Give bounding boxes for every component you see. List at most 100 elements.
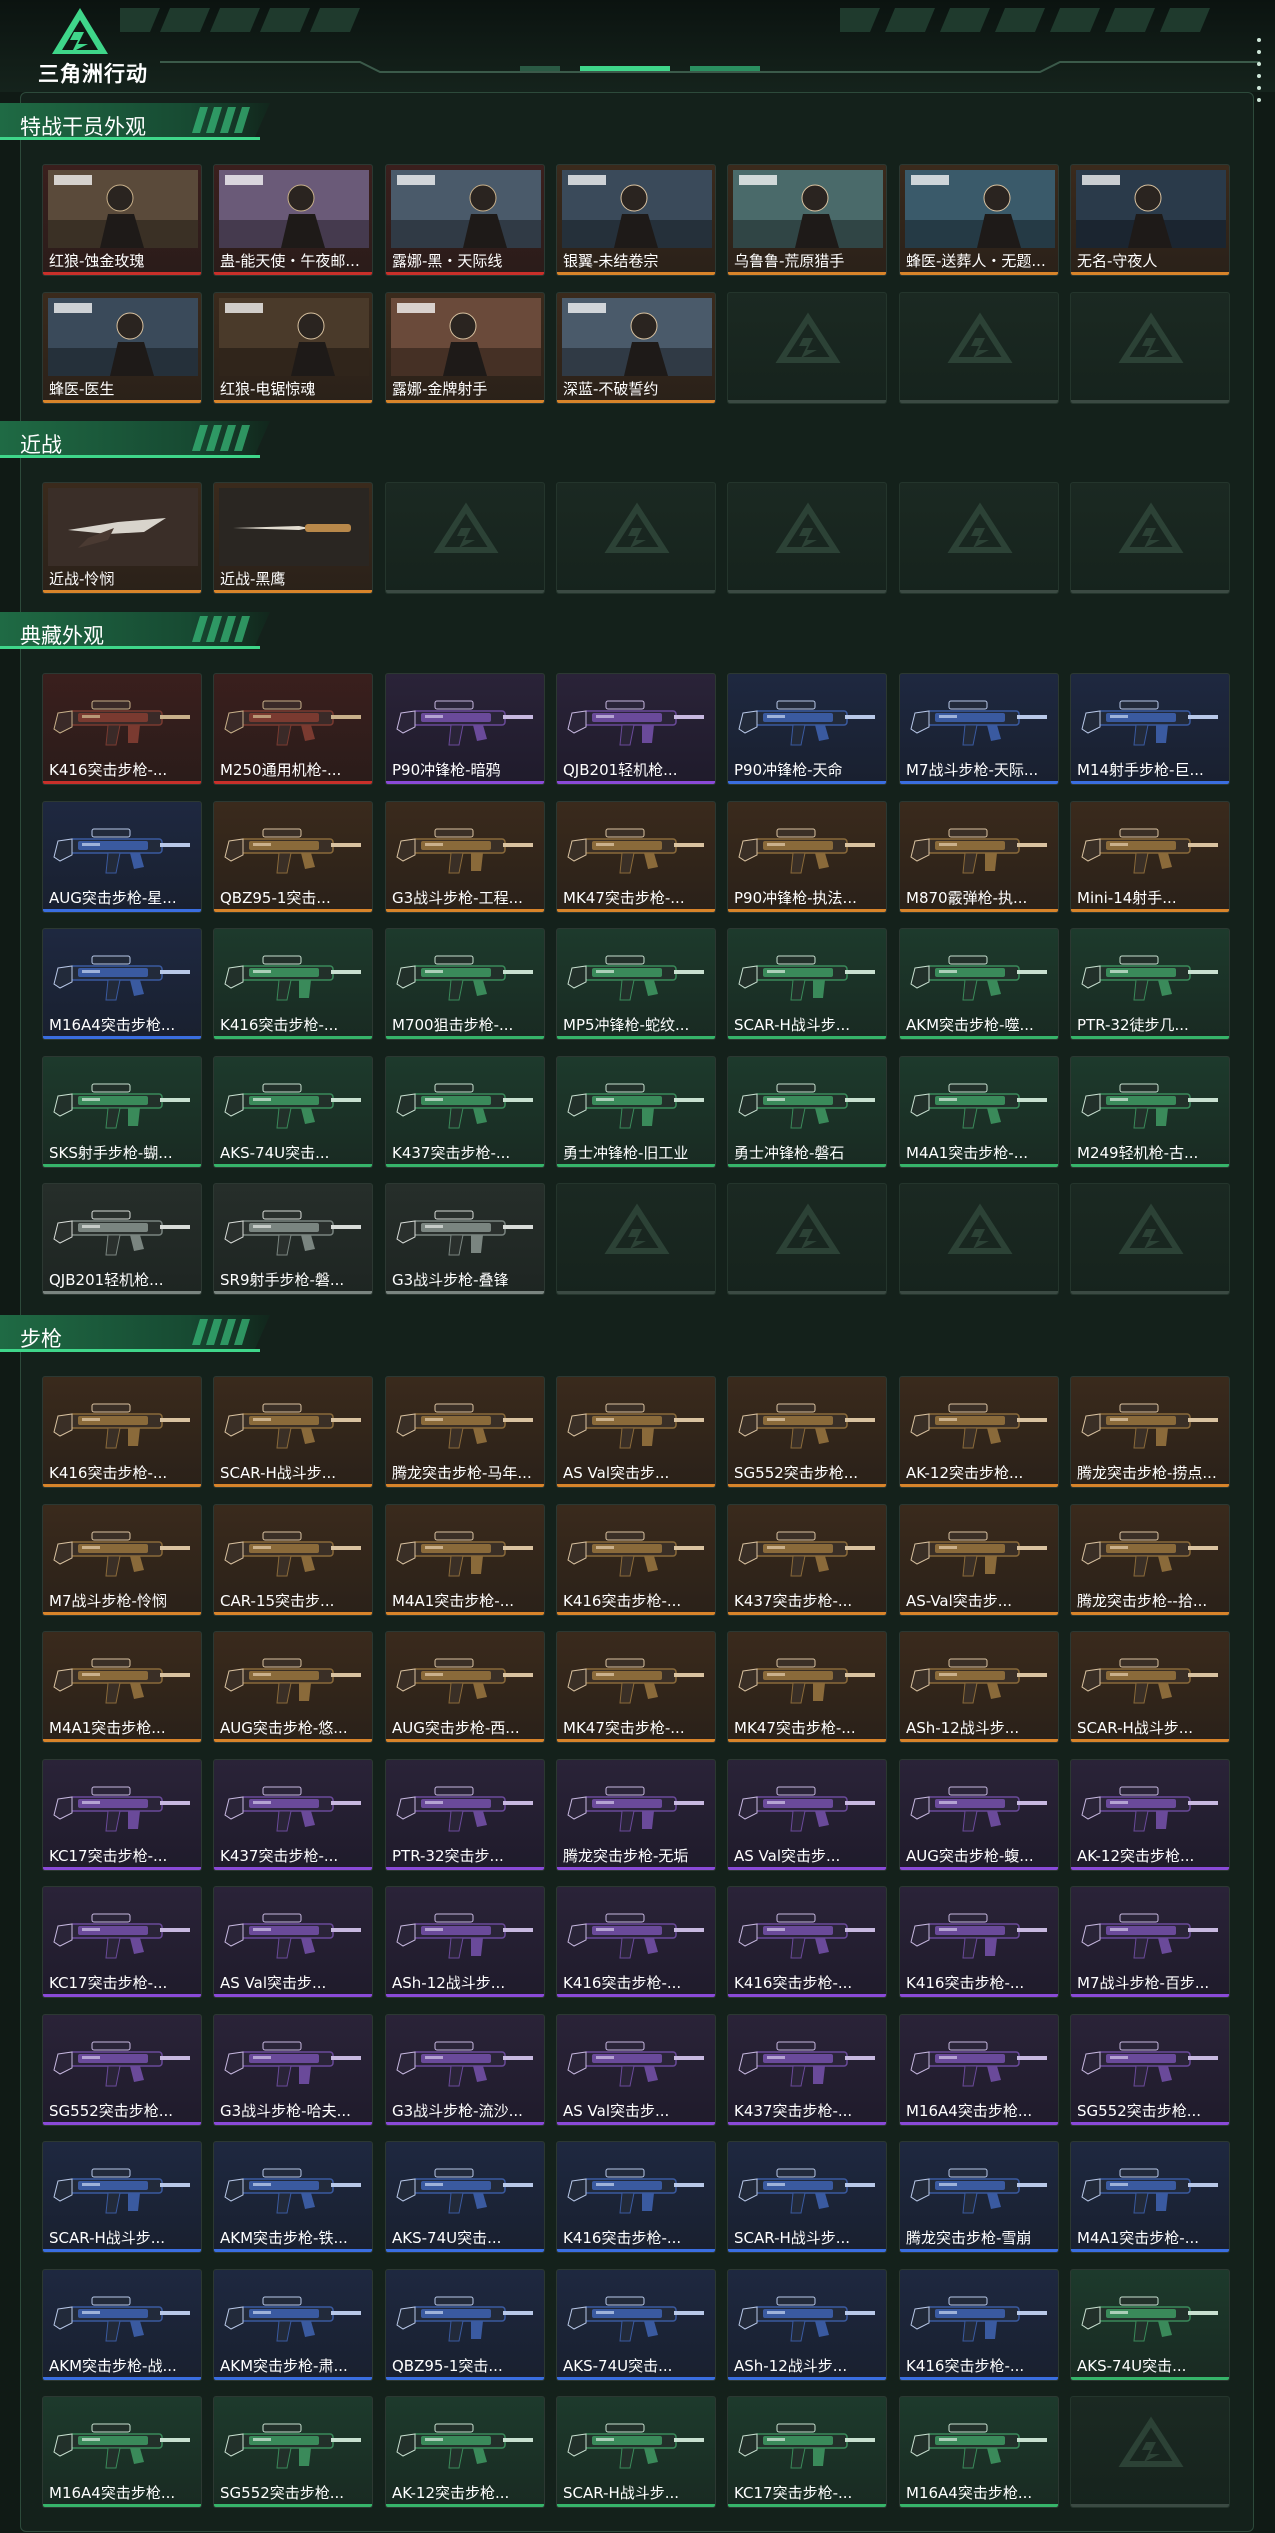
item-card[interactable]: AKM突击步枪-铁... <box>213 2141 373 2253</box>
item-card[interactable]: 近战-黑鹰 <box>213 482 373 594</box>
item-card[interactable]: K416突击步枪-... <box>899 2269 1059 2381</box>
item-card[interactable]: KC17突击步枪-... <box>42 1886 202 1998</box>
item-card[interactable]: AKS-74U突击... <box>1070 2269 1230 2381</box>
item-card[interactable]: AK-12突击步枪... <box>1070 1759 1230 1871</box>
item-card[interactable]: PTR-32徒步几... <box>1070 928 1230 1040</box>
item-card[interactable]: P90冲锋枪-暗鸦 <box>385 673 545 785</box>
item-card[interactable]: M16A4突击步枪... <box>42 2396 202 2508</box>
item-card[interactable]: 腾龙突击步枪-马年... <box>385 1376 545 1488</box>
item-card[interactable]: K416突击步枪-... <box>899 1886 1059 1998</box>
item-card[interactable]: M7战斗步枪-天际... <box>899 673 1059 785</box>
item-card[interactable]: SG552突击步枪... <box>1070 2014 1230 2126</box>
item-card[interactable]: QBZ95-1突击... <box>213 801 373 913</box>
item-card[interactable]: G3战斗步枪-哈夫... <box>213 2014 373 2126</box>
item-card[interactable]: K437突击步枪-... <box>385 1056 545 1168</box>
item-card[interactable]: P90冲锋枪-天命 <box>727 673 887 785</box>
item-card[interactable]: SG552突击步枪... <box>727 1376 887 1488</box>
item-card[interactable]: M4A1突击步枪-... <box>899 1056 1059 1168</box>
item-card[interactable]: K437突击步枪-... <box>727 2014 887 2126</box>
item-card[interactable]: AKM突击步枪-噬... <box>899 928 1059 1040</box>
item-card[interactable]: K437突击步枪-... <box>727 1504 887 1616</box>
item-card[interactable]: K416突击步枪-... <box>556 1886 716 1998</box>
item-card[interactable]: 露娜-金牌射手 <box>385 292 545 404</box>
item-card[interactable]: ASh-12战斗步... <box>899 1631 1059 1743</box>
item-card[interactable]: ASh-12战斗步... <box>385 1886 545 1998</box>
item-card[interactable]: QJB201轻机枪... <box>556 673 716 785</box>
item-card[interactable]: SCAR-H战斗步... <box>1070 1631 1230 1743</box>
item-card[interactable]: P90冲锋枪-执法... <box>727 801 887 913</box>
item-card[interactable]: AS Val突击步... <box>213 1886 373 1998</box>
item-card[interactable]: 腾龙突击步枪-无垢 <box>556 1759 716 1871</box>
item-card[interactable]: M16A4突击步枪... <box>42 928 202 1040</box>
item-card[interactable]: 腾龙突击步枪--拾... <box>1070 1504 1230 1616</box>
item-card[interactable]: 红狼-蚀金玫瑰 <box>42 164 202 276</box>
item-card[interactable]: 蜂医-医生 <box>42 292 202 404</box>
item-card[interactable]: M250通用机枪-... <box>213 673 373 785</box>
item-card[interactable]: AK-12突击步枪... <box>899 1376 1059 1488</box>
item-card[interactable]: ASh-12战斗步... <box>727 2269 887 2381</box>
item-card[interactable]: 露娜-黑・天际线 <box>385 164 545 276</box>
item-card[interactable]: 深蓝-不破誓约 <box>556 292 716 404</box>
item-card[interactable]: M14射手步枪-巨... <box>1070 673 1230 785</box>
item-card[interactable]: K437突击步枪-... <box>213 1759 373 1871</box>
item-card[interactable]: K416突击步枪-... <box>727 1886 887 1998</box>
item-card[interactable]: AUG突击步枪-星... <box>42 801 202 913</box>
item-card[interactable]: 腾龙突击步枪-捞点... <box>1070 1376 1230 1488</box>
item-card[interactable]: M249轻机枪-古... <box>1070 1056 1230 1168</box>
item-card[interactable]: PTR-32突击步... <box>385 1759 545 1871</box>
item-card[interactable]: CAR-15突击步... <box>213 1504 373 1616</box>
item-card[interactable]: MK47突击步枪-... <box>556 801 716 913</box>
item-card[interactable]: 蛊-能天使・午夜邮... <box>213 164 373 276</box>
item-card[interactable]: SR9射手步枪-磐... <box>213 1183 373 1295</box>
item-card[interactable]: AKS-74U突击... <box>556 2269 716 2381</box>
item-card[interactable]: 乌鲁鲁-荒原猎手 <box>727 164 887 276</box>
item-card[interactable]: 无名-守夜人 <box>1070 164 1230 276</box>
item-card[interactable]: M16A4突击步枪... <box>899 2014 1059 2126</box>
item-card[interactable]: AUG突击步枪-西... <box>385 1631 545 1743</box>
item-card[interactable]: M4A1突击步枪... <box>42 1631 202 1743</box>
item-card[interactable]: KC17突击步枪-... <box>42 1759 202 1871</box>
item-card[interactable]: 腾龙突击步枪-雪崩 <box>899 2141 1059 2253</box>
item-card[interactable]: 红狼-电锯惊魂 <box>213 292 373 404</box>
item-card[interactable]: M16A4突击步枪... <box>899 2396 1059 2508</box>
item-card[interactable]: AKS-74U突击... <box>385 2141 545 2253</box>
item-card[interactable]: 近战-怜悯 <box>42 482 202 594</box>
item-card[interactable]: QBZ95-1突击... <box>385 2269 545 2381</box>
item-card[interactable]: K416突击步枪-... <box>556 1504 716 1616</box>
item-card[interactable]: SCAR-H战斗步... <box>42 2141 202 2253</box>
item-card[interactable]: M4A1突击步枪-... <box>1070 2141 1230 2253</box>
item-card[interactable]: SG552突击步枪... <box>42 2014 202 2126</box>
item-card[interactable]: QJB201轻机枪... <box>42 1183 202 1295</box>
item-card[interactable]: SCAR-H战斗步... <box>727 928 887 1040</box>
item-card[interactable]: M7战斗步枪-百步... <box>1070 1886 1230 1998</box>
item-card[interactable]: K416突击步枪-... <box>42 673 202 785</box>
item-card[interactable]: AS Val突击步... <box>556 2014 716 2126</box>
item-card[interactable]: AS-Val突击步... <box>899 1504 1059 1616</box>
item-card[interactable]: M7战斗步枪-怜悯 <box>42 1504 202 1616</box>
item-card[interactable]: 勇士冲锋枪-磐石 <box>727 1056 887 1168</box>
item-card[interactable]: AKM突击步枪-肃... <box>213 2269 373 2381</box>
item-card[interactable]: G3战斗步枪-流沙... <box>385 2014 545 2126</box>
item-card[interactable]: AUG突击步枪-悠... <box>213 1631 373 1743</box>
item-card[interactable]: AK-12突击步枪... <box>385 2396 545 2508</box>
item-card[interactable]: 勇士冲锋枪-旧工业 <box>556 1056 716 1168</box>
item-card[interactable]: G3战斗步枪-工程... <box>385 801 545 913</box>
item-card[interactable]: K416突击步枪-... <box>42 1376 202 1488</box>
item-card[interactable]: KC17突击步枪-... <box>727 2396 887 2508</box>
item-card[interactable]: M4A1突击步枪-... <box>385 1504 545 1616</box>
item-card[interactable]: SKS射手步枪-蝴... <box>42 1056 202 1168</box>
item-card[interactable]: SCAR-H战斗步... <box>556 2396 716 2508</box>
item-card[interactable]: M870霰弹枪-执... <box>899 801 1059 913</box>
item-card[interactable]: AKM突击步枪-战... <box>42 2269 202 2381</box>
item-card[interactable]: SG552突击步枪... <box>213 2396 373 2508</box>
item-card[interactable]: SCAR-H战斗步... <box>213 1376 373 1488</box>
item-card[interactable]: MP5冲锋枪-蛇纹... <box>556 928 716 1040</box>
item-card[interactable]: M700狙击步枪-... <box>385 928 545 1040</box>
item-card[interactable]: MK47突击步枪-... <box>727 1631 887 1743</box>
item-card[interactable]: AS Val突击步... <box>556 1376 716 1488</box>
item-card[interactable]: K416突击步枪-... <box>213 928 373 1040</box>
item-card[interactable]: AKS-74U突击... <box>213 1056 373 1168</box>
item-card[interactable]: AUG突击步枪-蝮... <box>899 1759 1059 1871</box>
item-card[interactable]: Mini-14射手... <box>1070 801 1230 913</box>
item-card[interactable]: AS Val突击步... <box>727 1759 887 1871</box>
